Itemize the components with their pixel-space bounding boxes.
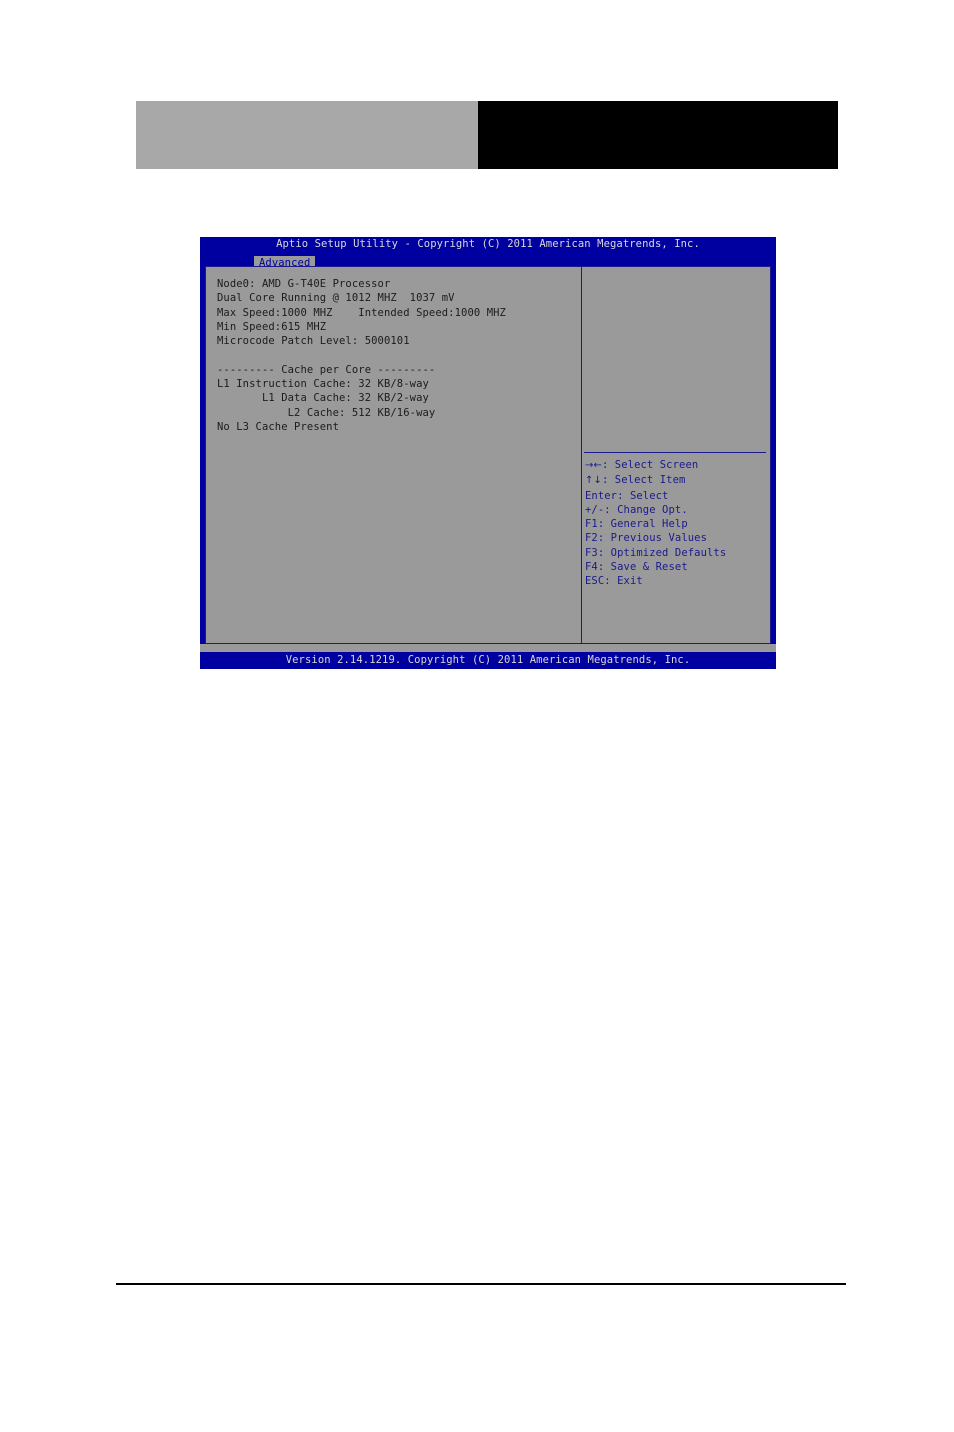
bios-footer-spacer — [200, 644, 776, 652]
bios-version-text: Version 2.14.1219. Copyright (C) 2011 Am… — [285, 654, 691, 666]
info-line-microcode: Microcode Patch Level: 5000101 — [217, 335, 410, 348]
page-footer-rule-thin — [480, 1284, 846, 1285]
info-line-node: Node0: AMD G-T40E Processor — [217, 278, 391, 290]
help-item-exit: ESC: Exit — [585, 574, 769, 588]
help-item-key: F2 — [585, 532, 598, 545]
document-header — [136, 101, 838, 169]
help-item-select-screen: →←: Select Screen — [585, 458, 769, 473]
help-item-label: : Select — [617, 489, 669, 502]
help-item-select-item: ↑↓: Select Item — [585, 473, 769, 488]
help-item-key: +/- — [585, 503, 605, 516]
info-line-l1-instruction-cache: L1 Instruction Cache: 32 KB/8-way — [217, 378, 429, 391]
bios-title-text: Aptio Setup Utility - Copyright (C) 2011… — [276, 238, 700, 250]
help-item-label: : Optimized Defaults — [597, 546, 727, 559]
info-line-spacer — [217, 348, 581, 362]
help-item-enter-select: Enter: Select — [585, 489, 769, 503]
help-item-label: : Change Opt. — [604, 503, 688, 516]
info-line-l1-data-cache: L1 Data Cache: 32 KB/2-way — [217, 392, 429, 405]
info-line-l3-cache: No L3 Cache Present — [217, 420, 340, 433]
help-item-general-help: F1: General Help — [585, 517, 769, 531]
help-item-label: : Exit — [604, 575, 643, 588]
title-placeholder-block — [478, 101, 838, 169]
help-item-key: Enter — [585, 489, 618, 502]
bios-footer-bar: Version 2.14.1219. Copyright (C) 2011 Am… — [200, 652, 776, 669]
info-line-l2-cache: L2 Cache: 512 KB/16-way — [217, 406, 436, 419]
help-item-save-and-reset: F4: Save & Reset — [585, 560, 769, 574]
help-item-label: : Select Item — [601, 474, 686, 487]
bios-title-bar: Aptio Setup Utility - Copyright (C) 2011… — [200, 237, 776, 251]
bios-body: Node0: AMD G-T40E Processor Dual Core Ru… — [205, 266, 771, 644]
help-panel: →←: Select Screen ↑↓: Select Item Enter:… — [582, 266, 771, 644]
help-item-key: F4 — [585, 561, 598, 574]
help-item-label: : Previous Values — [597, 532, 708, 545]
help-item-key: F1 — [585, 518, 598, 531]
info-line-min-speed: Min Speed:615 MHZ — [217, 320, 327, 333]
info-line-cache-heading: --------- Cache per Core --------- — [217, 363, 436, 376]
info-line-max-speed: Max Speed:1000 MHZ Intended Speed:1000 M… — [217, 306, 506, 319]
logo-placeholder-block — [136, 101, 478, 169]
help-item-key: F3 — [585, 546, 598, 559]
processor-information-panel: Node0: AMD G-T40E Processor Dual Core Ru… — [205, 266, 582, 644]
help-item-change-opt: +/-: Change Opt. — [585, 503, 769, 517]
arrow-left-right-icon: →← — [585, 460, 602, 471]
help-item-label: : Select Screen — [601, 459, 699, 471]
help-item-key: ESC — [585, 575, 605, 588]
bios-tab-bar: Advanced — [200, 251, 776, 271]
help-panel-divider — [584, 452, 766, 453]
help-item-optimized-defaults: F3: Optimized Defaults — [585, 546, 769, 560]
arrow-up-down-icon: ↑↓ — [585, 475, 602, 487]
info-line-core-speed: Dual Core Running @ 1012 MHZ 1037 mV — [217, 292, 455, 305]
help-item-label: : General Help — [597, 518, 688, 531]
help-item-label: : Save & Reset — [597, 561, 688, 574]
help-item-previous-values: F2: Previous Values — [585, 531, 769, 545]
help-key-list: →←: Select Screen ↑↓: Select Item Enter:… — [585, 458, 769, 589]
bios-setup-screen: Aptio Setup Utility - Copyright (C) 2011… — [200, 237, 776, 669]
